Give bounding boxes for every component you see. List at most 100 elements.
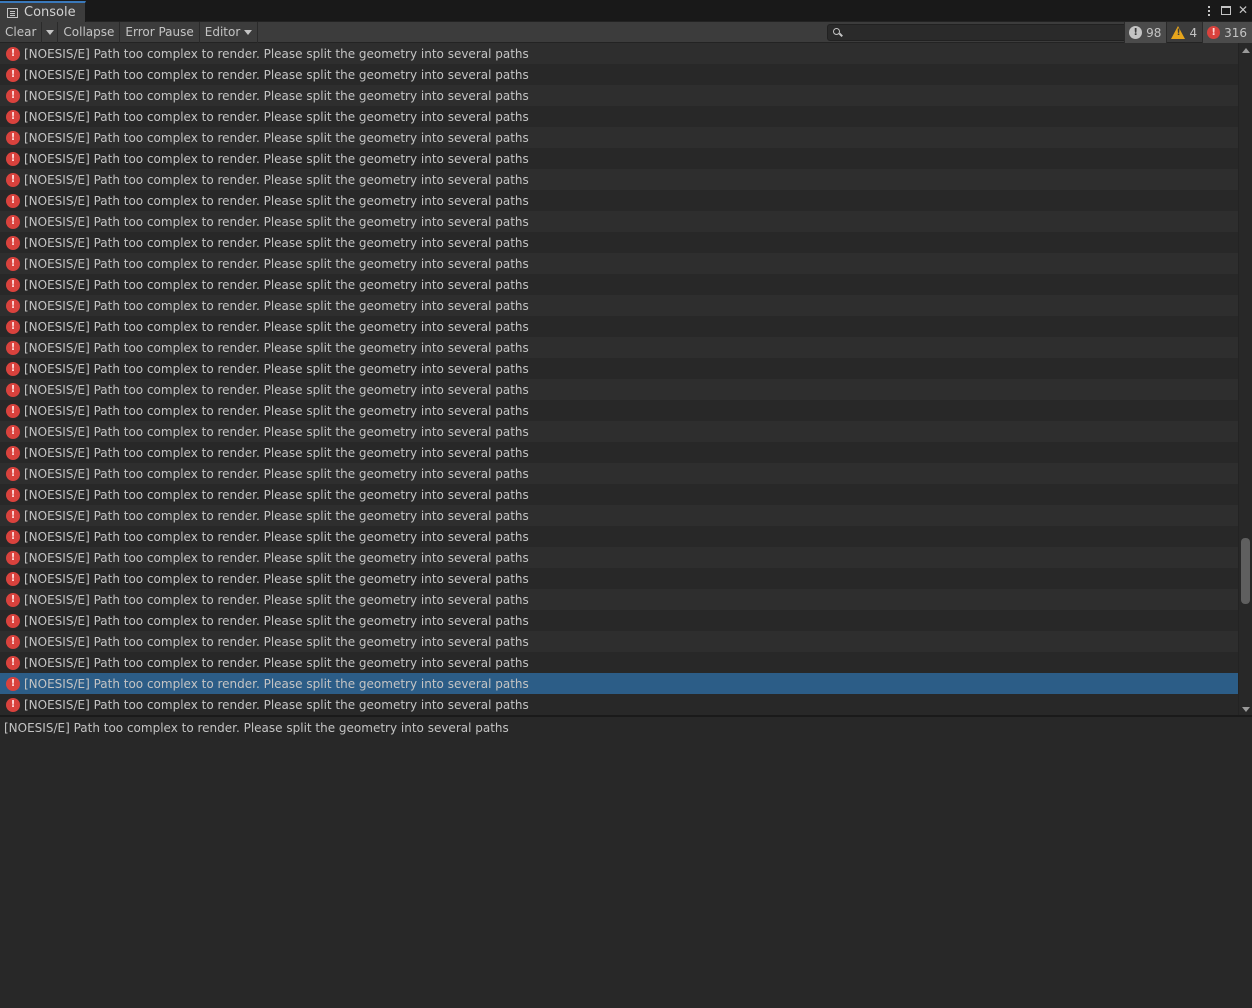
log-message: [NOESIS/E] Path too complex to render. P… bbox=[24, 256, 529, 271]
log-row[interactable]: ! [NOESIS/E] Path too complex to render. … bbox=[0, 253, 1238, 274]
search-box bbox=[827, 24, 1127, 41]
log-message: [NOESIS/E] Path too complex to render. P… bbox=[24, 340, 529, 355]
log-row[interactable]: ! [NOESIS/E] Path too complex to render. … bbox=[0, 673, 1238, 694]
clear-label: Clear bbox=[5, 25, 37, 39]
log-row[interactable]: ! [NOESIS/E] Path too complex to render. … bbox=[0, 337, 1238, 358]
log-row[interactable]: ! [NOESIS/E] Path too complex to render. … bbox=[0, 127, 1238, 148]
error-icon: ! bbox=[6, 697, 20, 712]
tab-console[interactable]: Console bbox=[0, 1, 86, 22]
log-row[interactable]: ! [NOESIS/E] Path too complex to render. … bbox=[0, 274, 1238, 295]
log-row[interactable]: ! [NOESIS/E] Path too complex to render. … bbox=[0, 169, 1238, 190]
warning-count: 4 bbox=[1189, 25, 1198, 40]
warning-icon bbox=[1171, 26, 1186, 39]
log-row[interactable]: ! [NOESIS/E] Path too complex to render. … bbox=[0, 232, 1238, 253]
log-message: [NOESIS/E] Path too complex to render. P… bbox=[24, 46, 529, 61]
window-controls: ✕ bbox=[1202, 3, 1250, 18]
error-icon: ! bbox=[6, 487, 20, 502]
error-icon: ! bbox=[6, 88, 20, 103]
clear-options-dropdown[interactable] bbox=[42, 21, 59, 43]
error-icon: ! bbox=[6, 109, 20, 124]
error-icon: ! bbox=[6, 676, 20, 691]
log-row[interactable]: ! [NOESIS/E] Path too complex to render. … bbox=[0, 190, 1238, 211]
search-icon bbox=[833, 28, 840, 35]
info-count: 98 bbox=[1146, 25, 1162, 40]
log-row[interactable]: ! [NOESIS/E] Path too complex to render. … bbox=[0, 694, 1238, 715]
log-row[interactable]: ! [NOESIS/E] Path too complex to render. … bbox=[0, 484, 1238, 505]
log-row[interactable]: ! [NOESIS/E] Path too complex to render. … bbox=[0, 316, 1238, 337]
log-message: [NOESIS/E] Path too complex to render. P… bbox=[24, 319, 529, 334]
log-row[interactable]: ! [NOESIS/E] Path too complex to render. … bbox=[0, 631, 1238, 652]
log-row[interactable]: ! [NOESIS/E] Path too complex to render. … bbox=[0, 85, 1238, 106]
log-scrollbar[interactable] bbox=[1238, 43, 1252, 715]
log-message: [NOESIS/E] Path too complex to render. P… bbox=[24, 613, 529, 628]
close-icon[interactable]: ✕ bbox=[1236, 3, 1250, 18]
info-toggle[interactable]: ! 98 bbox=[1124, 22, 1167, 43]
log-row[interactable]: ! [NOESIS/E] Path too complex to render. … bbox=[0, 421, 1238, 442]
tab-bar: Console ✕ bbox=[0, 0, 1252, 22]
error-icon: ! bbox=[6, 277, 20, 292]
more-options-icon[interactable] bbox=[1202, 3, 1216, 18]
log-row[interactable]: ! [NOESIS/E] Path too complex to render. … bbox=[0, 505, 1238, 526]
error-icon: ! bbox=[6, 571, 20, 586]
clear-button[interactable]: Clear bbox=[0, 21, 43, 43]
error-icon: ! bbox=[6, 214, 20, 229]
search-input[interactable] bbox=[844, 25, 1124, 40]
error-icon: ! bbox=[6, 382, 20, 397]
log-row[interactable]: ! [NOESIS/E] Path too complex to render. … bbox=[0, 463, 1238, 484]
log-row[interactable]: ! [NOESIS/E] Path too complex to render. … bbox=[0, 589, 1238, 610]
log-message: [NOESIS/E] Path too complex to render. P… bbox=[24, 550, 529, 565]
error-icon: ! bbox=[6, 508, 20, 523]
error-icon: ! bbox=[6, 46, 20, 61]
log-row[interactable]: ! [NOESIS/E] Path too complex to render. … bbox=[0, 43, 1238, 64]
log-message: [NOESIS/E] Path too complex to render. P… bbox=[24, 634, 529, 649]
info-icon: ! bbox=[1129, 26, 1143, 39]
log-row[interactable]: ! [NOESIS/E] Path too complex to render. … bbox=[0, 568, 1238, 589]
log-message: [NOESIS/E] Path too complex to render. P… bbox=[24, 592, 529, 607]
error-icon: ! bbox=[6, 67, 20, 82]
editor-dropdown[interactable]: Editor bbox=[200, 21, 259, 43]
log-row[interactable]: ! [NOESIS/E] Path too complex to render. … bbox=[0, 442, 1238, 463]
log-row[interactable]: ! [NOESIS/E] Path too complex to render. … bbox=[0, 148, 1238, 169]
error-icon: ! bbox=[6, 613, 20, 628]
error-icon: ! bbox=[6, 151, 20, 166]
console-toolbar: Clear Collapse Error Pause Editor ! 98 4… bbox=[0, 21, 1252, 43]
error-icon: ! bbox=[6, 172, 20, 187]
log-row[interactable]: ! [NOESIS/E] Path too complex to render. … bbox=[0, 379, 1238, 400]
log-message: [NOESIS/E] Path too complex to render. P… bbox=[24, 130, 529, 145]
error-icon: ! bbox=[6, 235, 20, 250]
error-icon: ! bbox=[6, 193, 20, 208]
log-row[interactable]: ! [NOESIS/E] Path too complex to render. … bbox=[0, 526, 1238, 547]
log-row[interactable]: ! [NOESIS/E] Path too complex to render. … bbox=[0, 652, 1238, 673]
log-row[interactable]: ! [NOESIS/E] Path too complex to render. … bbox=[0, 211, 1238, 232]
log-message: [NOESIS/E] Path too complex to render. P… bbox=[24, 676, 529, 691]
log-row[interactable]: ! [NOESIS/E] Path too complex to render. … bbox=[0, 64, 1238, 85]
collapse-button[interactable]: Collapse bbox=[58, 21, 121, 43]
log-row[interactable]: ! [NOESIS/E] Path too complex to render. … bbox=[0, 610, 1238, 631]
maximize-icon[interactable] bbox=[1219, 3, 1233, 18]
error-pause-button[interactable]: Error Pause bbox=[120, 21, 200, 43]
log-row[interactable]: ! [NOESIS/E] Path too complex to render. … bbox=[0, 295, 1238, 316]
log-row[interactable]: ! [NOESIS/E] Path too complex to render. … bbox=[0, 358, 1238, 379]
error-icon: ! bbox=[6, 298, 20, 313]
log-message: [NOESIS/E] Path too complex to render. P… bbox=[24, 487, 529, 502]
error-icon: ! bbox=[6, 550, 20, 565]
log-message: [NOESIS/E] Path too complex to render. P… bbox=[24, 697, 529, 712]
error-icon: ! bbox=[6, 466, 20, 481]
error-pause-label: Error Pause bbox=[125, 25, 194, 39]
collapse-label: Collapse bbox=[63, 25, 115, 39]
log-row[interactable]: ! [NOESIS/E] Path too complex to render. … bbox=[0, 547, 1238, 568]
tab-label: Console bbox=[24, 5, 76, 20]
chevron-down-icon bbox=[244, 29, 253, 35]
log-row[interactable]: ! [NOESIS/E] Path too complex to render. … bbox=[0, 400, 1238, 421]
warning-toggle[interactable]: 4 bbox=[1166, 22, 1202, 43]
log-message: [NOESIS/E] Path too complex to render. P… bbox=[24, 277, 529, 292]
log-message: [NOESIS/E] Path too complex to render. P… bbox=[24, 235, 529, 250]
error-icon: ! bbox=[6, 361, 20, 376]
log-message: [NOESIS/E] Path too complex to render. P… bbox=[24, 445, 529, 460]
error-toggle[interactable]: ! 316 bbox=[1202, 22, 1252, 43]
log-row[interactable]: ! [NOESIS/E] Path too complex to render. … bbox=[0, 106, 1238, 127]
scroll-thumb[interactable] bbox=[1241, 538, 1250, 604]
scroll-down-icon[interactable] bbox=[1242, 707, 1250, 712]
log-message: [NOESIS/E] Path too complex to render. P… bbox=[24, 172, 529, 187]
scroll-up-icon[interactable] bbox=[1242, 48, 1250, 53]
